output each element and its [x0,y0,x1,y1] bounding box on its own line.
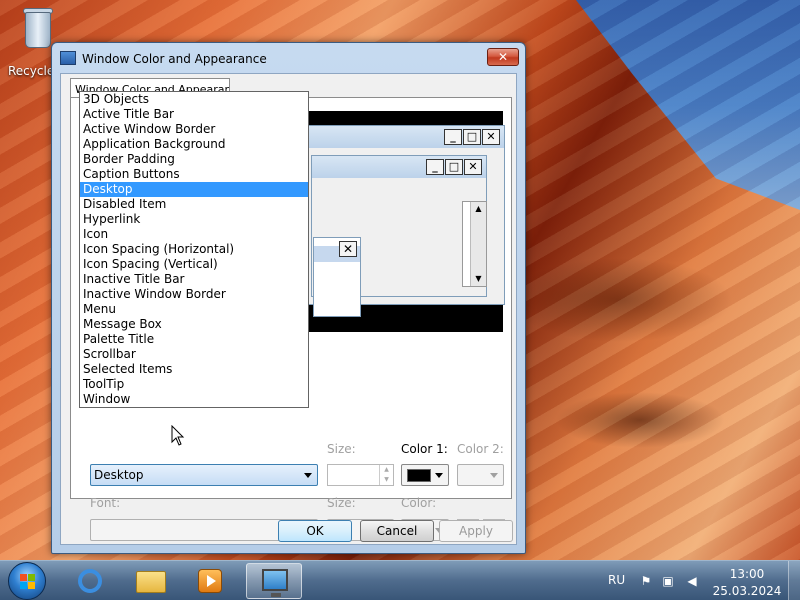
dropdown-option[interactable]: Active Window Border [80,122,308,137]
ok-button[interactable]: OK [278,520,352,542]
mouse-cursor-icon [171,425,185,446]
dropdown-option[interactable]: Inactive Title Bar [80,272,308,287]
color1-picker[interactable] [401,464,449,486]
show-desktop-button[interactable] [788,561,800,600]
dropdown-option[interactable]: Message Box [80,317,308,332]
chevron-down-icon [435,473,443,478]
chevron-down-icon [490,473,498,478]
dropdown-option[interactable]: Scrollbar [80,347,308,362]
taskbar-internet-explorer[interactable] [62,563,118,599]
recycle-bin-icon [21,6,55,50]
dropdown-option[interactable]: Hyperlink [80,212,308,227]
preview-inactive-titlebar: _ □ ✕ [302,126,504,148]
taskbar-display-control-panel[interactable] [246,563,302,599]
preview-scrollbar: ▲ ▼ [470,202,486,286]
dropdown-option[interactable]: Active Title Bar [80,107,308,122]
preview-active-minimize-icon: _ [426,159,444,175]
preview-message-close-icon: ✕ [339,241,357,257]
start-button[interactable] [8,562,46,600]
font-label: Font: [90,496,121,510]
folder-icon [136,571,166,593]
scroll-down-icon: ▼ [475,274,482,283]
close-button[interactable]: ✕ [487,48,519,66]
item-select[interactable]: Desktop [90,464,318,486]
dropdown-option[interactable]: Desktop [80,182,308,197]
dropdown-option[interactable]: Caption Buttons [80,167,308,182]
color1-label: Color 1: [401,442,448,456]
preview-active-titlebar: _ □ ✕ [312,156,486,178]
dropdown-option[interactable]: 3D Objects [80,92,308,107]
preview-close-icon: ✕ [482,129,500,145]
dropdown-option[interactable]: Icon Spacing (Horizontal) [80,242,308,257]
font-color-label: Color: [401,496,437,510]
preview-active-maximize-icon: □ [445,159,463,175]
item-size-input[interactable]: ▲ ▼ [327,464,394,486]
windows-logo-icon [20,574,36,590]
preview-minimize-icon: _ [444,129,462,145]
apply-button[interactable]: Apply [439,520,513,542]
clock-time: 13:00 [729,567,765,581]
taskbar: RU ⚑ ▣ ◀ 13:00 25.03.2024 [0,560,800,600]
dropdown-option[interactable]: Icon Spacing (Vertical) [80,257,308,272]
dropdown-option[interactable]: Disabled Item [80,197,308,212]
scroll-up-icon: ▲ [475,204,482,213]
size-label: Size: [327,442,356,456]
dropdown-option[interactable]: Selected Items [80,362,308,377]
dropdown-option[interactable]: Border Padding [80,152,308,167]
dropdown-option[interactable]: Application Background [80,137,308,152]
color1-swatch [407,469,431,482]
preview-maximize-icon: □ [463,129,481,145]
dialog-title: Window Color and Appearance [82,52,267,66]
dialog-titlebar[interactable]: Window Color and Appearance ✕ [52,43,525,73]
dropdown-option[interactable]: Menu [80,302,308,317]
size-spinner-icon[interactable]: ▲ ▼ [379,465,393,485]
item-select-value: Desktop [94,468,144,482]
color2-label: Color 2: [457,442,504,456]
language-indicator[interactable]: RU [608,573,625,587]
volume-muted-icon[interactable]: ◀ [684,573,700,589]
clock-date: 25.03.2024 [712,584,782,598]
taskbar-media-player[interactable] [182,563,238,599]
dropdown-option[interactable]: Palette Title [80,332,308,347]
font-size-label: Size: [327,496,356,510]
display-monitor-icon [262,569,288,597]
internet-explorer-icon [78,569,102,593]
preview-active-close-icon: ✕ [464,159,482,175]
item-dropdown-list[interactable]: 3D Objects Active Title Bar Active Window … [79,91,309,408]
color2-picker[interactable] [457,464,504,486]
dropdown-option[interactable]: Icon [80,227,308,242]
system-clock[interactable]: 13:00 25.03.2024 [712,566,782,600]
cancel-button[interactable]: Cancel [360,520,434,542]
taskbar-windows-explorer[interactable] [122,563,178,599]
action-center-flag-icon[interactable]: ⚑ [638,573,654,589]
preview-text-area: ▲ ▼ [462,201,487,287]
dropdown-option[interactable]: ToolTip [80,377,308,392]
preview-message-box: ✕ [313,237,361,317]
dropdown-option[interactable]: Inactive Window Border [80,287,308,302]
chevron-down-icon [304,473,312,478]
display-settings-icon [60,51,76,65]
network-icon[interactable]: ▣ [660,573,676,589]
dropdown-option[interactable]: Window [80,392,308,407]
media-player-icon [198,569,222,593]
